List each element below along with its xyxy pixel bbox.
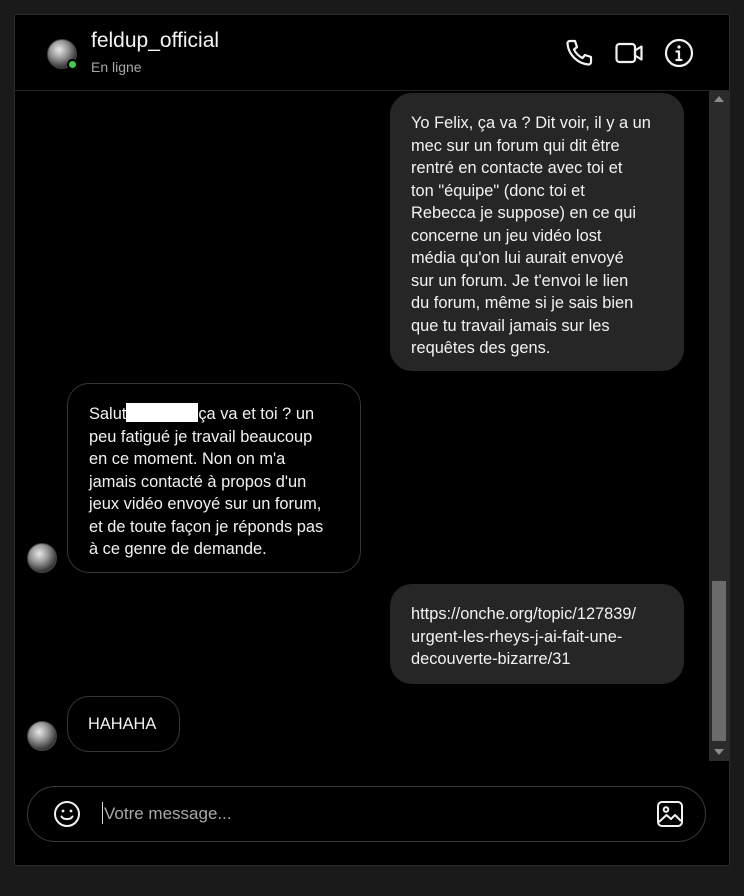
- contact-avatar: [27, 543, 57, 573]
- contact-status: En ligne: [91, 59, 142, 75]
- chat-header: feldup_official En ligne: [15, 15, 729, 91]
- info-icon[interactable]: [663, 37, 695, 69]
- message-input[interactable]: [102, 801, 574, 827]
- image-icon[interactable]: [655, 799, 685, 829]
- scrollbar-thumb[interactable]: [712, 581, 726, 741]
- scroll-down-arrow[interactable]: [714, 749, 724, 755]
- message-incoming[interactable]: HAHAHA: [67, 696, 180, 752]
- message-text: ça va et toi ? un peu fatigué je travail…: [89, 405, 324, 558]
- contact-avatar: [27, 721, 57, 751]
- message-text: Salut: [89, 405, 127, 423]
- video-camera-icon[interactable]: [613, 37, 645, 69]
- message-list[interactable]: Yo Felix, ça va ? Dit voir, il y a un me…: [15, 91, 709, 761]
- redacted-name: [126, 403, 199, 422]
- online-status-dot: [67, 59, 78, 70]
- message-composer: [27, 786, 706, 842]
- text-caret: [102, 802, 103, 824]
- contact-name[interactable]: feldup_official: [91, 29, 219, 53]
- message-scrollbar[interactable]: [709, 91, 729, 761]
- emoji-icon[interactable]: [53, 800, 81, 828]
- message-outgoing-link[interactable]: https://onche.org/topic/127839/ urgent-l…: [390, 584, 684, 684]
- chat-window: feldup_official En ligne Yo Felix, ça va…: [14, 14, 730, 866]
- message-outgoing[interactable]: Yo Felix, ça va ? Dit voir, il y a un me…: [390, 93, 684, 371]
- message-incoming[interactable]: Salut ça va et toi ? un peu fatigué je tr…: [67, 383, 361, 573]
- scroll-up-arrow[interactable]: [714, 96, 724, 102]
- phone-icon[interactable]: [563, 37, 595, 69]
